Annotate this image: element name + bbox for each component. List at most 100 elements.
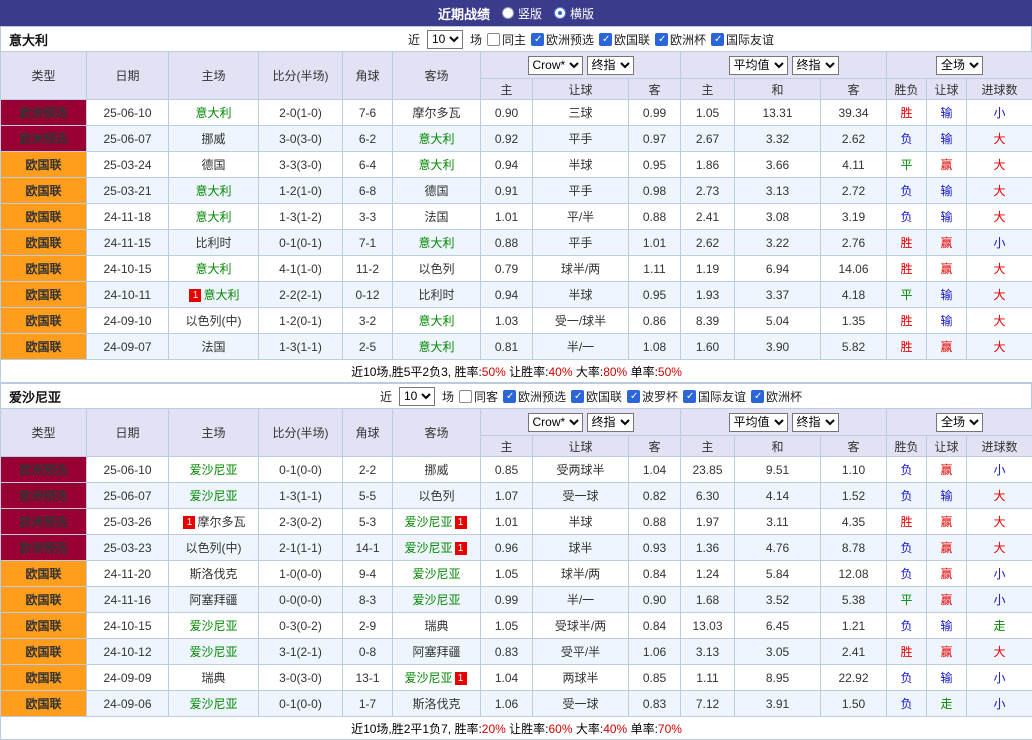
checkbox-icon[interactable] (627, 390, 640, 403)
checkbox-icon[interactable] (531, 33, 544, 46)
away-team[interactable]: 比利时 (393, 282, 481, 308)
match-row[interactable]: 欧国联24-11-16阿塞拜疆0-0(0-0)8-3爱沙尼亚0.99半/一0.9… (1, 587, 1032, 613)
bookmaker-select[interactable]: Crow* (528, 56, 583, 75)
home-team[interactable]: 1摩尔多瓦 (169, 509, 259, 535)
radio-unselected-icon[interactable] (502, 7, 514, 19)
filter-checkbox-0[interactable]: 同主 (487, 31, 526, 48)
away-team[interactable]: 爱沙尼亚1 (393, 535, 481, 561)
scope-select[interactable]: 全场 (936, 56, 983, 75)
away-team[interactable]: 法国 (393, 204, 481, 230)
away-team[interactable]: 意大利 (393, 308, 481, 334)
filter-checkbox-5[interactable]: 欧洲杯 (751, 388, 802, 405)
filter-checkbox-3[interactable]: 欧洲杯 (655, 31, 706, 48)
checkbox-icon[interactable] (487, 33, 500, 46)
home-team[interactable]: 爱沙尼亚 (169, 613, 259, 639)
checkbox-icon[interactable] (655, 33, 668, 46)
match-row[interactable]: 欧国联25-03-21意大利1-2(1-0)6-8德国0.91平手0.982.7… (1, 178, 1032, 204)
match-row[interactable]: 欧洲预选25-06-10爱沙尼亚0-1(0-0)2-2挪威0.85受两球半1.0… (1, 457, 1032, 483)
match-row[interactable]: 欧国联24-11-20斯洛伐克1-0(0-0)9-4爱沙尼亚1.05球半/两0.… (1, 561, 1032, 587)
layout-horizontal-option[interactable]: 横版 (554, 5, 594, 22)
checkbox-icon[interactable] (751, 390, 764, 403)
away-team[interactable]: 爱沙尼亚 (393, 561, 481, 587)
match-row[interactable]: 欧国联24-10-15意大利4-1(1-0)11-2以色列0.79球半/两1.1… (1, 256, 1032, 282)
home-team[interactable]: 阿塞拜疆 (169, 587, 259, 613)
away-team[interactable]: 德国 (393, 178, 481, 204)
away-team[interactable]: 意大利 (393, 334, 481, 360)
match-row[interactable]: 欧国联24-09-07法国1-3(1-1)2-5意大利0.81半/一1.081.… (1, 334, 1032, 360)
home-team[interactable]: 爱沙尼亚 (169, 691, 259, 717)
checkbox-icon[interactable] (459, 390, 472, 403)
match-row[interactable]: 欧国联25-03-24德国3-3(3-0)6-4意大利0.94半球0.951.8… (1, 152, 1032, 178)
checkbox-icon[interactable] (571, 390, 584, 403)
bookmaker-select[interactable]: Crow* (528, 413, 583, 432)
home-team[interactable]: 爱沙尼亚 (169, 483, 259, 509)
home-team[interactable]: 斯洛伐克 (169, 561, 259, 587)
scope-select[interactable]: 全场 (936, 413, 983, 432)
avg-stage-select[interactable]: 终指 (792, 413, 839, 432)
filter-checkbox-2[interactable]: 欧国联 (571, 388, 622, 405)
home-team[interactable]: 意大利 (169, 204, 259, 230)
filter-checkbox-4[interactable]: 国际友谊 (711, 31, 774, 48)
match-count-select[interactable]: 10 (427, 30, 463, 49)
filter-checkbox-2[interactable]: 欧国联 (599, 31, 650, 48)
home-team[interactable]: 德国 (169, 152, 259, 178)
home-team[interactable]: 挪威 (169, 126, 259, 152)
avg-select[interactable]: 平均值 (729, 413, 788, 432)
layout-vertical-option[interactable]: 竖版 (502, 5, 542, 22)
match-row[interactable]: 欧洲预选25-03-23以色列(中)2-1(1-1)14-1爱沙尼亚10.96球… (1, 535, 1032, 561)
match-row[interactable]: 欧国联24-10-12爱沙尼亚3-1(2-1)0-8阿塞拜疆0.83受平/半1.… (1, 639, 1032, 665)
match-row[interactable]: 欧国联24-09-06爱沙尼亚0-1(0-0)1-7斯洛伐克1.06受一球0.8… (1, 691, 1032, 717)
home-team[interactable]: 比利时 (169, 230, 259, 256)
match-row[interactable]: 欧国联24-10-111意大利2-2(2-1)0-12比利时0.94半球0.95… (1, 282, 1032, 308)
match-row[interactable]: 欧洲预选25-06-10意大利2-0(1-0)7-6摩尔多瓦0.90三球0.99… (1, 100, 1032, 126)
match-date: 25-03-21 (87, 178, 169, 204)
filter-checkbox-1[interactable]: 欧洲预选 (503, 388, 566, 405)
away-team[interactable]: 爱沙尼亚 (393, 587, 481, 613)
home-team[interactable]: 爱沙尼亚 (169, 457, 259, 483)
home-team[interactable]: 意大利 (169, 100, 259, 126)
odds-stage-select[interactable]: 终指 (587, 56, 634, 75)
home-team[interactable]: 意大利 (169, 178, 259, 204)
match-row[interactable]: 欧国联24-09-09瑞典3-0(3-0)13-1爱沙尼亚11.04两球半0.8… (1, 665, 1032, 691)
away-team[interactable]: 瑞典 (393, 613, 481, 639)
odds-stage-select[interactable]: 终指 (587, 413, 634, 432)
avg-select[interactable]: 平均值 (729, 56, 788, 75)
home-team[interactable]: 意大利 (169, 256, 259, 282)
radio-selected-icon[interactable] (554, 7, 566, 19)
home-team[interactable]: 以色列(中) (169, 535, 259, 561)
match-row[interactable]: 欧洲预选25-06-07爱沙尼亚1-3(1-1)5-5以色列1.07受一球0.8… (1, 483, 1032, 509)
home-team[interactable]: 以色列(中) (169, 308, 259, 334)
checkbox-icon[interactable] (683, 390, 696, 403)
match-date: 25-03-24 (87, 152, 169, 178)
filter-checkbox-4[interactable]: 国际友谊 (683, 388, 746, 405)
away-team[interactable]: 意大利 (393, 230, 481, 256)
match-row[interactable]: 欧国联24-11-18意大利1-3(1-2)3-3法国1.01平/半0.882.… (1, 204, 1032, 230)
match-row[interactable]: 欧洲预选25-06-07挪威3-0(3-0)6-2意大利0.92平手0.972.… (1, 126, 1032, 152)
away-team[interactable]: 阿塞拜疆 (393, 639, 481, 665)
match-row[interactable]: 欧洲预选25-03-261摩尔多瓦2-3(0-2)5-3爱沙尼亚11.01半球0… (1, 509, 1032, 535)
home-team[interactable]: 法国 (169, 334, 259, 360)
away-team[interactable]: 挪威 (393, 457, 481, 483)
away-team[interactable]: 意大利 (393, 126, 481, 152)
away-team[interactable]: 爱沙尼亚1 (393, 665, 481, 691)
avg-stage-select[interactable]: 终指 (792, 56, 839, 75)
home-team[interactable]: 瑞典 (169, 665, 259, 691)
match-row[interactable]: 欧国联24-10-15爱沙尼亚0-3(0-2)2-9瑞典1.05受球半/两0.8… (1, 613, 1032, 639)
home-team[interactable]: 爱沙尼亚 (169, 639, 259, 665)
checkbox-icon[interactable] (503, 390, 516, 403)
home-team[interactable]: 1意大利 (169, 282, 259, 308)
checkbox-icon[interactable] (599, 33, 612, 46)
match-row[interactable]: 欧国联24-11-15比利时0-1(0-1)7-1意大利0.88平手1.012.… (1, 230, 1032, 256)
filter-checkbox-1[interactable]: 欧洲预选 (531, 31, 594, 48)
away-team[interactable]: 斯洛伐克 (393, 691, 481, 717)
filter-checkbox-0[interactable]: 同客 (459, 388, 498, 405)
filter-checkbox-3[interactable]: 波罗杯 (627, 388, 678, 405)
match-count-select[interactable]: 10 (399, 387, 435, 406)
match-row[interactable]: 欧国联24-09-10以色列(中)1-2(0-1)3-2意大利1.03受一/球半… (1, 308, 1032, 334)
away-team[interactable]: 爱沙尼亚1 (393, 509, 481, 535)
away-team[interactable]: 以色列 (393, 483, 481, 509)
away-team[interactable]: 以色列 (393, 256, 481, 282)
checkbox-icon[interactable] (711, 33, 724, 46)
away-team[interactable]: 意大利 (393, 152, 481, 178)
away-team[interactable]: 摩尔多瓦 (393, 100, 481, 126)
